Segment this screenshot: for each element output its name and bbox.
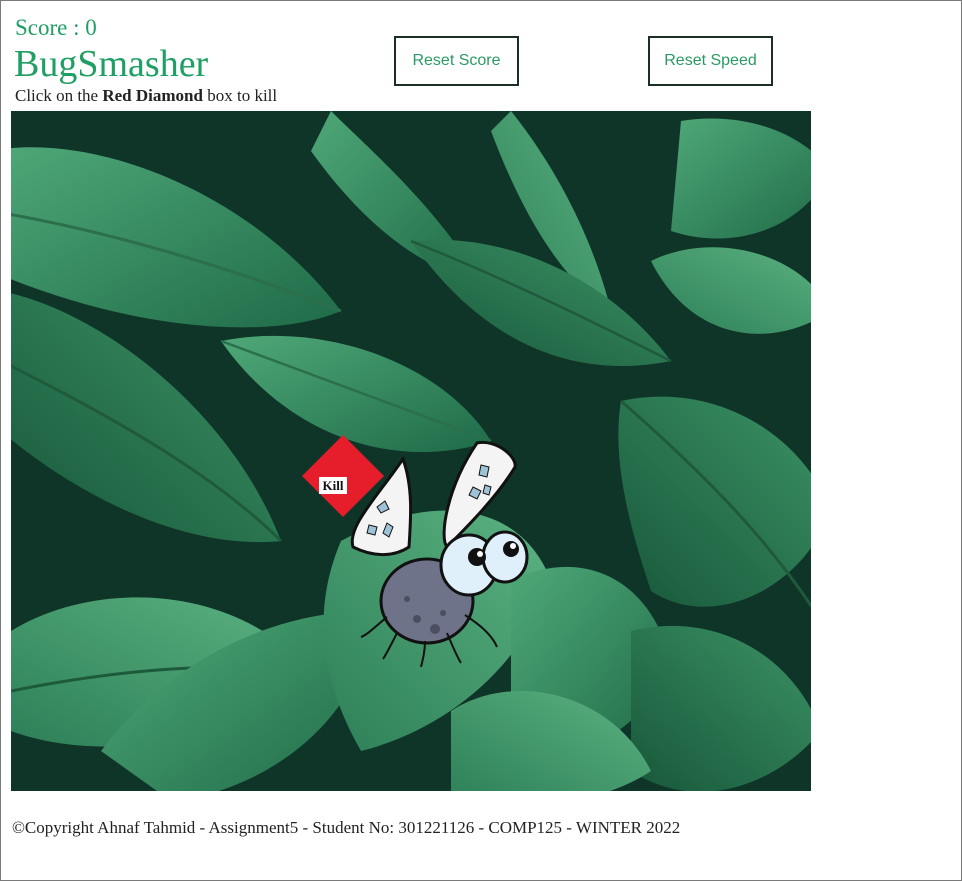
reset-score-button[interactable]: Reset Score: [394, 36, 519, 86]
score-display: Score : 0: [15, 14, 97, 42]
bug-eyes: [439, 530, 529, 597]
instructions-text-after: box to kill: [202, 86, 278, 105]
score-value: 0: [85, 15, 97, 40]
instructions: Click on the Red Diamond box to kill: [15, 86, 277, 106]
score-label: Score :: [15, 15, 86, 40]
game-canvas[interactable]: Kill: [11, 111, 811, 791]
instructions-emphasis: Red Diamond: [102, 86, 203, 105]
footer-copyright: ©Copyright Ahnaf Tahmid - Assignment5 - …: [12, 818, 681, 837]
page-title: BugSmasher: [14, 43, 209, 85]
instructions-text-before: Click on the: [15, 86, 103, 105]
bug-sprite[interactable]: [347, 437, 537, 667]
reset-speed-button[interactable]: Reset Speed: [648, 36, 773, 86]
kill-label[interactable]: Kill: [319, 477, 347, 494]
bug-left-wing: [350, 455, 413, 556]
